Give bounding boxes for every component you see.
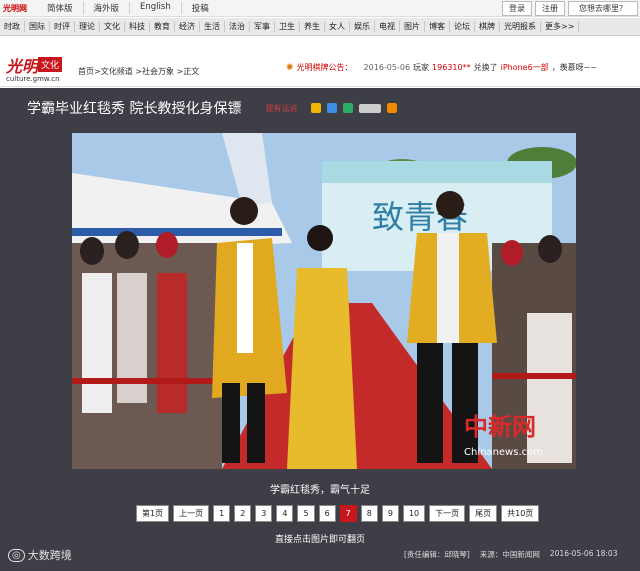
editor-info: [责任编辑：邱晓琴] xyxy=(404,550,470,559)
nav-item[interactable]: 时评 xyxy=(50,21,75,32)
channel-badge: 文化 xyxy=(38,57,63,72)
page-button[interactable]: 6 xyxy=(318,505,336,522)
announcement-text: 兑换了 xyxy=(473,63,498,72)
language-links: 简体版 海外版 English 投稿 xyxy=(37,2,219,14)
announcement-prize: iPhone6一部 xyxy=(500,63,549,72)
nav-item[interactable]: 国际 xyxy=(25,21,50,32)
announcement-label: 光明棋牌公告： xyxy=(296,63,353,72)
page-button[interactable]: 10 xyxy=(402,505,426,522)
lang-link-english[interactable]: English xyxy=(129,2,181,14)
nav-item[interactable]: 教育 xyxy=(150,21,175,32)
current-page-button[interactable]: 7 xyxy=(339,505,357,522)
main-nav: 时政 国际 时评 理论 文化 科技 教育 经济 生活 法治 军事 卫生 养生 女… xyxy=(0,18,640,36)
rss-share-icon[interactable] xyxy=(387,103,398,113)
channel-brand[interactable]: 光明 文化 culture.gmw.cn xyxy=(6,53,74,83)
where-to-go-dropdown[interactable]: 您想去哪里？ xyxy=(568,0,638,16)
share-buttons xyxy=(311,103,398,113)
source-info: 来源：中国新闻网 xyxy=(479,550,540,559)
announcement-text: ，羡慕呀~~ xyxy=(551,63,598,72)
next-page-button[interactable]: 下一页 xyxy=(429,505,466,522)
share-more-icon[interactable] xyxy=(359,103,382,113)
nav-item[interactable]: 论坛 xyxy=(450,21,475,32)
publish-datetime: 2016-05-06 18:03 xyxy=(549,549,618,558)
announcement-date: 2016-05-06 xyxy=(363,63,411,72)
nav-item[interactable]: 图片 xyxy=(400,21,425,32)
photo-illustration: 致青春 中新网 Chinanews.com xyxy=(72,133,576,469)
channel-header: 光明 文化 culture.gmw.cn 首页>文化频道 >社会万象 >正文 ✺ … xyxy=(0,37,640,87)
article-meta: [责任编辑：邱晓琴] 来源：中国新闻网 2016-05-06 18:03 xyxy=(404,549,617,560)
site-logo-small[interactable]: 光明网 xyxy=(3,3,37,14)
page-button[interactable]: 5 xyxy=(297,505,315,522)
nav-item[interactable]: 理论 xyxy=(75,21,100,32)
nav-item[interactable]: 娱乐 xyxy=(350,21,375,32)
article-title-row: 学霸毕业红毯秀 院长教授化身保镖 我有话说 xyxy=(0,88,640,128)
nav-item[interactable]: 光明报系 xyxy=(500,21,541,32)
footer-logo-text: 大数跨境 xyxy=(27,549,72,562)
nav-item[interactable]: 文化 xyxy=(100,21,125,32)
lang-link-overseas[interactable]: 海外版 xyxy=(82,2,130,14)
watermark-logo: 中新网 xyxy=(464,412,536,441)
gallery-photo[interactable]: 致青春 中新网 Chinanews.com xyxy=(72,133,576,469)
page-button[interactable]: 8 xyxy=(360,505,378,522)
submit-link[interactable]: 投稿 xyxy=(180,2,219,14)
top-utility-bar: 光明网 简体版 海外版 English 投稿 登录 注册 您想去哪里？ xyxy=(0,0,640,17)
gallery-area: 学霸毕业红毯秀 院长教授化身保镖 我有话说 致青春 中新网 Chinanews.… xyxy=(0,88,640,571)
wechat-share-icon[interactable] xyxy=(343,103,354,113)
footer-watermark-logo: ◎ 大数跨境 xyxy=(8,547,72,563)
nav-item[interactable]: 电视 xyxy=(375,21,400,32)
article-title: 学霸毕业红毯秀 院长教授化身保镖 xyxy=(27,101,242,117)
nav-item[interactable]: 时政 xyxy=(0,21,25,32)
comment-link[interactable]: 我有话说 xyxy=(265,103,297,114)
pagination: 第1页 上一页 1 2 3 4 5 6 7 8 9 10 下一页 尾页 共10页 xyxy=(136,505,540,522)
footer-logo-icon: ◎ xyxy=(8,548,25,562)
nav-item[interactable]: 卫生 xyxy=(275,21,300,32)
nav-item[interactable]: 经济 xyxy=(175,21,200,32)
qq-share-icon[interactable] xyxy=(327,103,338,113)
click-hint: 直接点击图片即可翻页 xyxy=(274,535,365,545)
account-actions: 登录 注册 您想去哪里？ xyxy=(502,0,638,16)
watermark-url: Chinanews.com xyxy=(464,447,543,458)
prev-page-button[interactable]: 上一页 xyxy=(173,505,210,522)
page-button[interactable]: 2 xyxy=(234,505,252,522)
brand-logo: 光明 xyxy=(6,57,39,76)
nav-item-more[interactable]: 更多>> xyxy=(541,21,580,32)
nav-item[interactable]: 棋牌 xyxy=(475,21,500,32)
announcement-text: 玩家 xyxy=(413,63,430,72)
nav-item[interactable]: 博客 xyxy=(425,21,450,32)
announcement-player: 196310** xyxy=(432,63,471,72)
breadcrumb[interactable]: 首页>文化频道 >社会万象 >正文 xyxy=(78,66,199,77)
login-button[interactable]: 登录 xyxy=(502,0,532,16)
first-page-button[interactable]: 第1页 xyxy=(136,505,170,522)
register-button[interactable]: 注册 xyxy=(535,0,565,16)
page-button[interactable]: 1 xyxy=(213,505,231,522)
total-pages-label: 共10页 xyxy=(501,505,540,522)
nav-item[interactable]: 军事 xyxy=(250,21,275,32)
photo-caption: 学霸红毯秀，霸气十足 xyxy=(270,485,370,496)
nav-item[interactable]: 生活 xyxy=(200,21,225,32)
last-page-button[interactable]: 尾页 xyxy=(469,505,498,522)
qzone-share-icon[interactable] xyxy=(311,103,322,113)
nav-item[interactable]: 养生 xyxy=(300,21,325,32)
page-button[interactable]: 3 xyxy=(255,505,273,522)
announcement[interactable]: ✺ 光明棋牌公告： 2016-05-06 玩家 196310** 兑换了 iPhone… xyxy=(286,62,597,73)
nav-item[interactable]: 女人 xyxy=(325,21,350,32)
nav-item[interactable]: 科技 xyxy=(125,21,150,32)
channel-domain: culture.gmw.cn xyxy=(6,75,60,83)
page-button[interactable]: 9 xyxy=(381,505,399,522)
page-button[interactable]: 4 xyxy=(276,505,294,522)
lang-link-simplified[interactable]: 简体版 xyxy=(37,2,83,14)
megaphone-icon: ✺ xyxy=(286,62,294,73)
nav-item[interactable]: 法治 xyxy=(225,21,250,32)
